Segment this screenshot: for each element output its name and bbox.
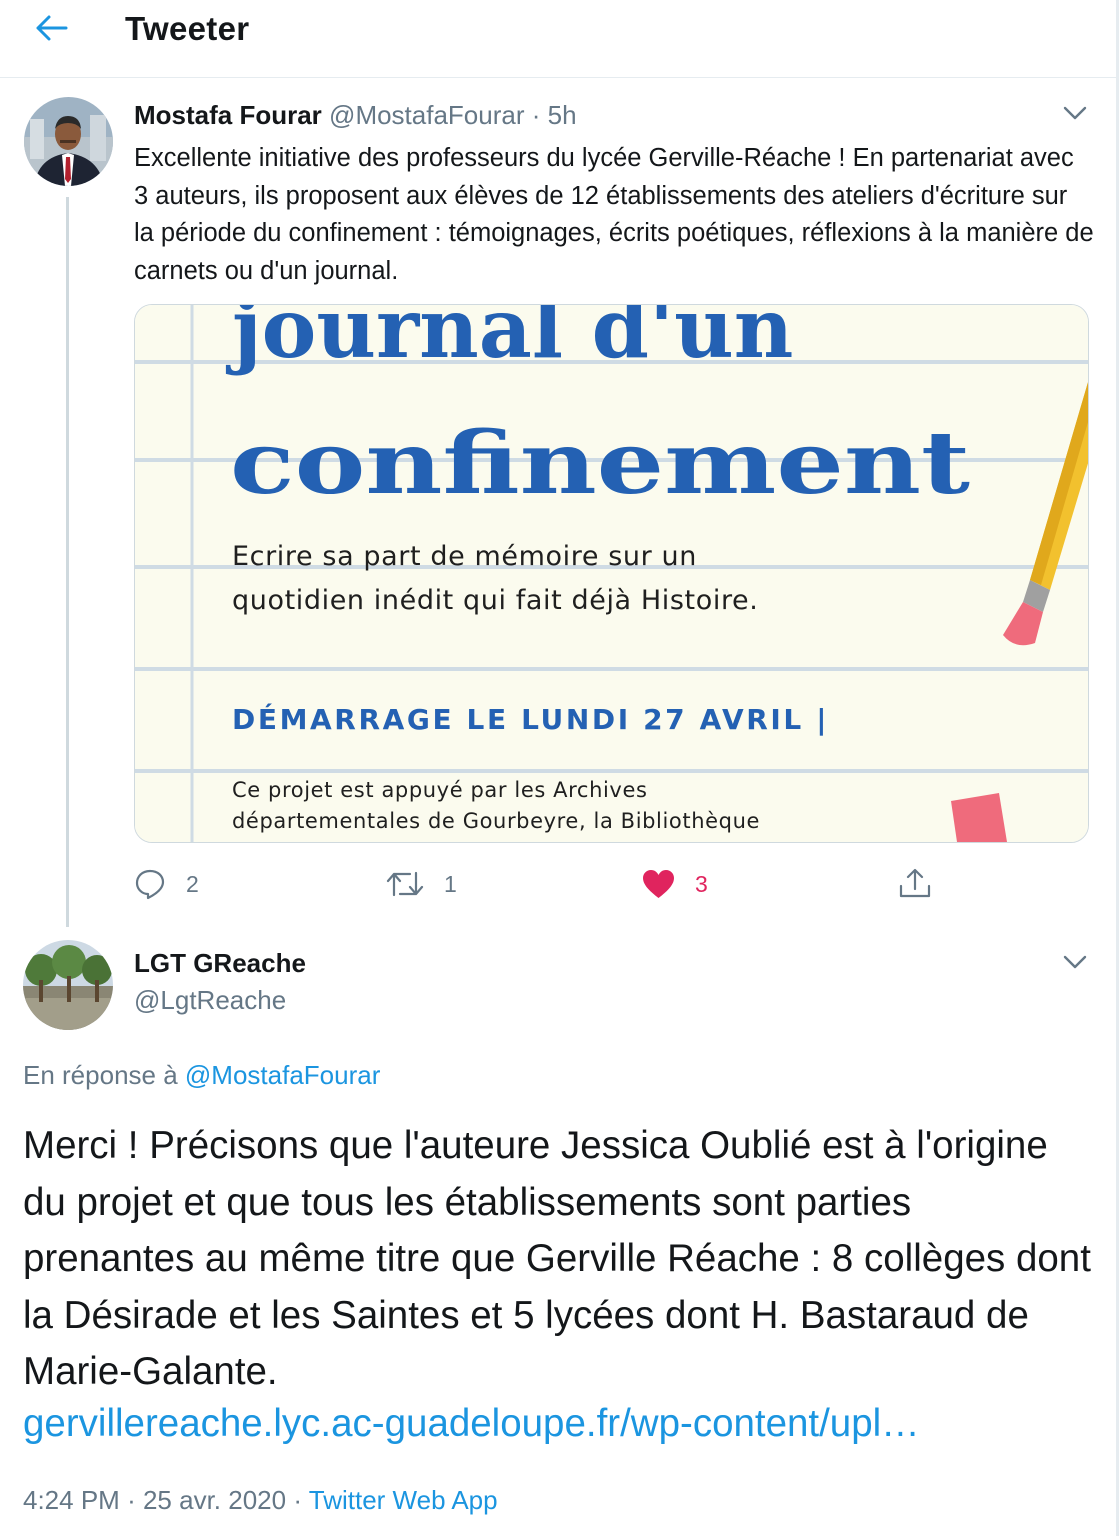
heart-icon: [643, 870, 674, 898]
retweet-icon: [386, 871, 424, 897]
retweet-count: 1: [444, 870, 457, 897]
thread-connector: [66, 197, 69, 927]
tweet-source-link[interactable]: Twitter Web App: [309, 1485, 498, 1515]
page-title: Tweeter: [125, 10, 250, 47]
tweet-time[interactable]: 4:24 PM: [23, 1485, 120, 1515]
arrow-left-icon[interactable]: [34, 14, 68, 42]
reply-to-link[interactable]: @MostafaFourar: [185, 1060, 380, 1090]
media-subtitle-line1: Ecrire sa part de mémoire sur un: [232, 541, 697, 572]
media-headline-line2: confinement: [230, 413, 970, 514]
eraser-graphic: [951, 793, 1007, 842]
reply-button[interactable]: 2: [134, 864, 199, 904]
tweet-header: Mostafa Fourar @MostafaFourar · 5h: [134, 100, 577, 131]
chevron-down-icon[interactable]: [1062, 953, 1088, 971]
retweet-button[interactable]: 1: [386, 864, 457, 904]
reply-count: 2: [186, 870, 199, 897]
avatar[interactable]: [23, 940, 113, 1030]
media-footer-line1: Ce projet est appuyé par les Archives: [232, 778, 648, 802]
separator: ·: [293, 1485, 302, 1515]
tweet-media-image[interactable]: journal d'un confinement Ecrire sa part …: [134, 304, 1089, 843]
reply-prefix: En réponse à: [23, 1060, 178, 1090]
author-name[interactable]: LGT GReache: [134, 948, 306, 979]
author-name[interactable]: Mostafa Fourar: [134, 100, 322, 130]
tweet-text: Excellente initiative des professeurs du…: [134, 144, 1094, 285]
page-header: Tweeter: [0, 0, 1116, 78]
chevron-down-icon[interactable]: [1062, 104, 1088, 122]
separator: ·: [531, 100, 541, 130]
media-headline-line1: journal d'un: [225, 305, 793, 377]
share-icon: [899, 868, 931, 898]
tweet-text: Merci ! Précisons que l'auteure Jessica …: [23, 1124, 1091, 1393]
tweet-age[interactable]: 5h: [548, 100, 577, 130]
avatar[interactable]: [24, 97, 113, 186]
reply-context: En réponse à @MostafaFourar: [23, 1060, 380, 1091]
tweet-link[interactable]: gervillereache.lyc.ac-guadeloupe.fr/wp-c…: [23, 1402, 920, 1446]
media-subtitle-line2: quotidien inédit qui fait déjà Histoire.: [232, 585, 758, 616]
tweet-meta: 4:24 PM · 25 avr. 2020 · Twitter Web App: [23, 1485, 498, 1516]
like-count: 3: [695, 870, 708, 897]
like-button[interactable]: 3: [642, 864, 708, 904]
separator: ·: [127, 1485, 136, 1515]
media-footer-line2: départementales de Gourbeyre, la Bibliot…: [232, 809, 760, 833]
author-handle[interactable]: @LgtReache: [134, 985, 286, 1016]
author-handle[interactable]: @MostafaFourar: [329, 100, 524, 130]
tweet-date[interactable]: 25 avr. 2020: [143, 1485, 286, 1515]
share-button[interactable]: [898, 864, 932, 904]
reply-icon: [135, 869, 165, 900]
media-start-date: DÉMARRAGE LE LUNDI 27 AVRIL |: [232, 702, 829, 736]
